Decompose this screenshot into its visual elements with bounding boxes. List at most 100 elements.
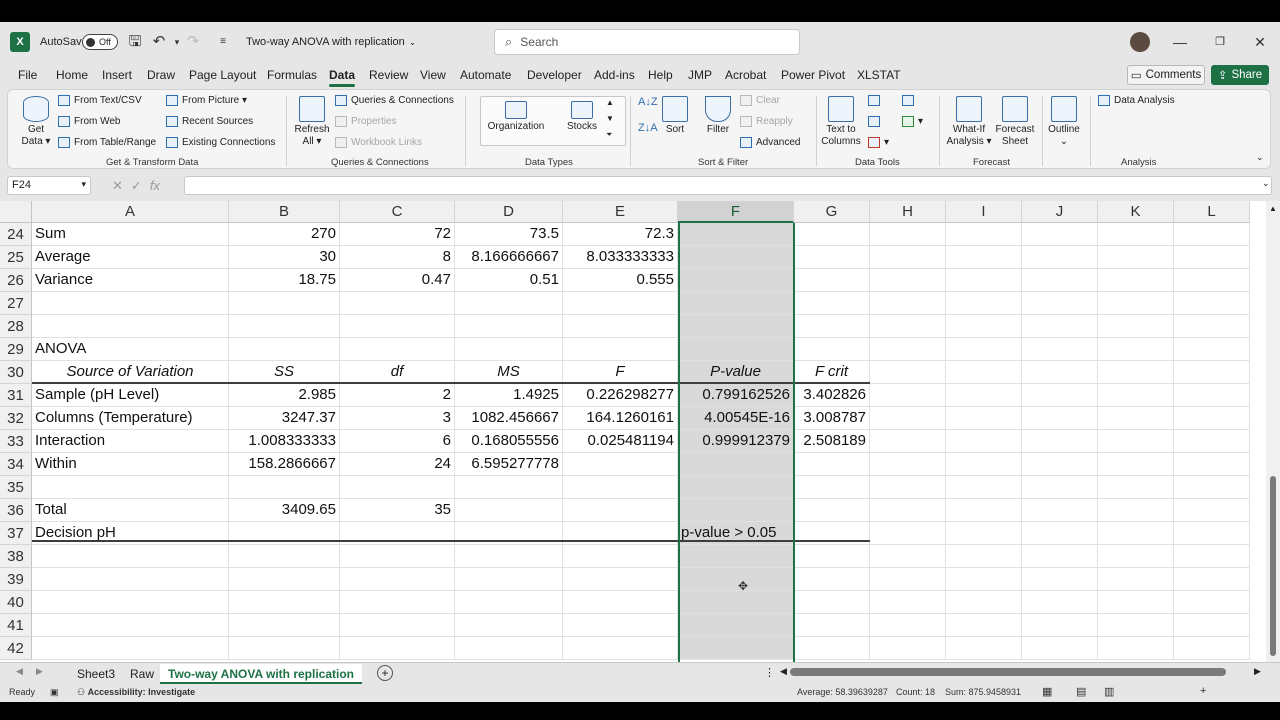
cell-i34[interactable] — [946, 453, 1022, 476]
cell-j28[interactable] — [1022, 315, 1098, 338]
cell-h36[interactable] — [870, 499, 946, 522]
cell-f42[interactable] — [678, 637, 794, 660]
cell-g31[interactable]: 3.402826 — [794, 384, 870, 407]
cell-b26[interactable]: 18.75 — [229, 269, 340, 292]
tab-developer[interactable]: Developer — [527, 68, 582, 82]
cell-i37[interactable] — [946, 522, 1022, 545]
cell-f32[interactable]: 4.00545E-16 — [678, 407, 794, 430]
cell-k39[interactable] — [1098, 568, 1174, 591]
cell-g42[interactable] — [794, 637, 870, 660]
cell-h30[interactable] — [870, 361, 946, 384]
outline-button[interactable]: Outline ⌄ — [1044, 96, 1084, 148]
relationships-icon[interactable]: ▾ — [902, 116, 923, 127]
cell-k35[interactable] — [1098, 476, 1174, 499]
customize-toolbar-icon[interactable]: ≡ — [214, 33, 232, 51]
cell-b29[interactable] — [229, 338, 340, 361]
cell-g41[interactable] — [794, 614, 870, 637]
cell-e34[interactable] — [563, 453, 678, 476]
cell-l29[interactable] — [1174, 338, 1250, 361]
cell-g33[interactable]: 2.508189 — [794, 430, 870, 453]
cell-j42[interactable] — [1022, 637, 1098, 660]
save-icon[interactable]: 🖫 — [126, 33, 144, 51]
organization-button[interactable]: Organization — [485, 101, 547, 133]
row-header[interactable]: 27 — [0, 292, 32, 315]
cell-a34[interactable]: Within — [32, 453, 229, 476]
cell-e28[interactable] — [563, 315, 678, 338]
cell-d35[interactable] — [455, 476, 563, 499]
stocks-button[interactable]: Stocks — [561, 101, 603, 133]
cell-b40[interactable] — [229, 591, 340, 614]
file-title[interactable]: Two-way ANOVA with replication ⌄ — [246, 22, 416, 62]
scroll-left-icon[interactable]: ◀ — [780, 666, 787, 677]
text-to-columns-button[interactable]: Text to Columns — [820, 96, 862, 148]
insert-function-icon[interactable]: fx — [150, 178, 160, 193]
cell-b32[interactable]: 3247.37 — [229, 407, 340, 430]
column-header-g[interactable]: G — [794, 201, 870, 223]
cell-j29[interactable] — [1022, 338, 1098, 361]
column-header-l[interactable]: L — [1174, 201, 1250, 223]
cell-b41[interactable] — [229, 614, 340, 637]
cell-c31[interactable]: 2 — [340, 384, 455, 407]
cell-k42[interactable] — [1098, 637, 1174, 660]
cell-f34[interactable] — [678, 453, 794, 476]
column-header-h[interactable]: H — [870, 201, 946, 223]
cell-l31[interactable] — [1174, 384, 1250, 407]
from-web-button[interactable]: From Web — [58, 116, 121, 127]
cell-j35[interactable] — [1022, 476, 1098, 499]
cell-a38[interactable] — [32, 545, 229, 568]
cell-a32[interactable]: Columns (Temperature) — [32, 407, 229, 430]
cell-j37[interactable] — [1022, 522, 1098, 545]
cell-b42[interactable] — [229, 637, 340, 660]
tab-file[interactable]: File — [18, 68, 37, 82]
filter-button[interactable]: Filter — [702, 96, 734, 136]
data-validation-icon[interactable]: ▾ — [868, 137, 889, 148]
column-header-a[interactable]: A — [32, 201, 229, 223]
cell-l38[interactable] — [1174, 545, 1250, 568]
cell-b39[interactable] — [229, 568, 340, 591]
row-header[interactable]: 36 — [0, 499, 32, 522]
cell-f35[interactable] — [678, 476, 794, 499]
cell-l24[interactable] — [1174, 223, 1250, 246]
cell-j39[interactable] — [1022, 568, 1098, 591]
cell-k27[interactable] — [1098, 292, 1174, 315]
cell-c29[interactable] — [340, 338, 455, 361]
next-sheet-icon[interactable]: ▶ — [36, 666, 43, 677]
cell-h29[interactable] — [870, 338, 946, 361]
cell-h27[interactable] — [870, 292, 946, 315]
cell-h37[interactable] — [870, 522, 946, 545]
minimize-icon[interactable]: — — [1170, 32, 1190, 52]
cell-c27[interactable] — [340, 292, 455, 315]
cell-j30[interactable] — [1022, 361, 1098, 384]
cell-a31[interactable]: Sample (pH Level) — [32, 384, 229, 407]
sort-az-icon[interactable]: A↓Z — [638, 96, 658, 108]
row-header[interactable]: 42 — [0, 637, 32, 660]
cell-h34[interactable] — [870, 453, 946, 476]
data-analysis-button[interactable]: Data Analysis — [1098, 95, 1175, 106]
cell-c41[interactable] — [340, 614, 455, 637]
cell-c35[interactable] — [340, 476, 455, 499]
gallery-scroll-up-icon[interactable]: ▲ — [606, 98, 614, 107]
cell-a39[interactable] — [32, 568, 229, 591]
cell-h31[interactable] — [870, 384, 946, 407]
cell-l30[interactable] — [1174, 361, 1250, 384]
cell-j33[interactable] — [1022, 430, 1098, 453]
cell-j36[interactable] — [1022, 499, 1098, 522]
refresh-all-button[interactable]: Refresh All ▾ — [292, 96, 332, 148]
tab-acrobat[interactable]: Acrobat — [725, 68, 766, 82]
cell-g32[interactable]: 3.008787 — [794, 407, 870, 430]
cell-g38[interactable] — [794, 545, 870, 568]
recent-sources-button[interactable]: Recent Sources — [166, 116, 253, 127]
cell-a25[interactable]: Average — [32, 246, 229, 269]
cell-b30[interactable]: SS — [229, 361, 340, 384]
cell-c25[interactable]: 8 — [340, 246, 455, 269]
cell-f27[interactable] — [678, 292, 794, 315]
undo-icon[interactable]: ↶ — [150, 33, 168, 51]
row-header[interactable]: 39 — [0, 568, 32, 591]
cell-l41[interactable] — [1174, 614, 1250, 637]
get-data-button[interactable]: Get Data ▾ — [18, 96, 54, 148]
gallery-more-icon[interactable]: ⏷ — [606, 130, 612, 140]
cell-l27[interactable] — [1174, 292, 1250, 315]
cell-h28[interactable] — [870, 315, 946, 338]
row-header[interactable]: 31 — [0, 384, 32, 407]
cell-d24[interactable]: 73.5 — [455, 223, 563, 246]
